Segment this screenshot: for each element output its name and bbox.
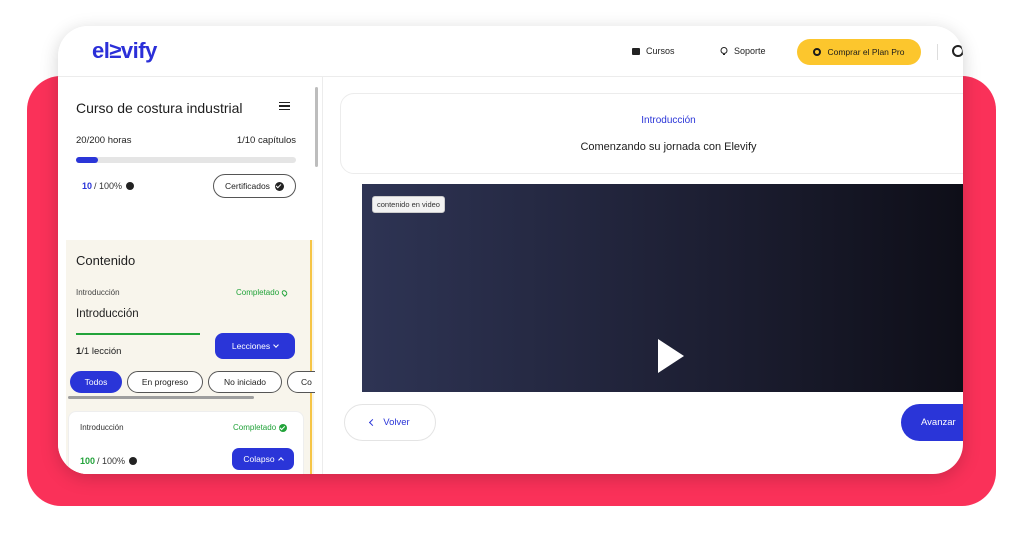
info-icon bbox=[126, 182, 135, 190]
chevron-left-icon bbox=[369, 418, 377, 427]
nav-divider bbox=[937, 44, 938, 60]
app-window: el≥vify Cursos Soporte Comprar el Plan P… bbox=[58, 26, 963, 474]
nav-soporte-label: Soporte bbox=[734, 46, 766, 56]
menu-icon[interactable] bbox=[279, 102, 290, 110]
lightbulb-icon bbox=[720, 46, 728, 55]
lessons-button[interactable]: Lecciones bbox=[215, 333, 295, 359]
video-content-label: contenido en video bbox=[372, 196, 445, 213]
pin-icon bbox=[280, 288, 289, 297]
course-percent: 10 / 100% bbox=[82, 181, 135, 191]
section-title: Introducción bbox=[76, 308, 139, 320]
course-progress-bar bbox=[76, 157, 296, 163]
verified-icon bbox=[274, 181, 284, 191]
certificates-button[interactable]: Certificados bbox=[213, 174, 296, 198]
lesson-count: 1/1 lección bbox=[76, 346, 121, 357]
buy-pro-label: Comprar el Plan Pro bbox=[827, 47, 905, 57]
section-status-label: Completado bbox=[236, 288, 280, 297]
elevify-logo[interactable]: el≥vify bbox=[92, 38, 157, 64]
lesson-header-card: Introducción Comenzando su jornada con E… bbox=[340, 93, 963, 174]
sidebar-divider bbox=[322, 77, 323, 474]
chevron-up-icon bbox=[277, 457, 284, 463]
hours-progress: 20/200 horas bbox=[76, 135, 132, 146]
lesson-card: Introducción Completado 100 / 100% Colap… bbox=[68, 411, 304, 474]
circle-icon bbox=[813, 48, 822, 56]
lesson-card-status-label: Completado bbox=[233, 423, 277, 432]
filter-todos[interactable]: Todos bbox=[70, 371, 122, 393]
stage: el≥vify Cursos Soporte Comprar el Plan P… bbox=[0, 0, 1024, 536]
lessons-button-label: Lecciones bbox=[231, 341, 271, 351]
lesson-card-percent: 100 / 100% bbox=[80, 456, 138, 466]
certificates-label: Certificados bbox=[225, 181, 270, 191]
back-button[interactable]: Volver bbox=[344, 404, 436, 441]
filter-no-iniciado[interactable]: No iniciado bbox=[208, 371, 282, 393]
lesson-count-rest: /1 lección bbox=[81, 346, 122, 357]
course-title: Curso de costura industrial bbox=[76, 100, 243, 116]
info-icon bbox=[129, 457, 138, 465]
top-navbar: el≥vify Cursos Soporte Comprar el Plan P… bbox=[58, 26, 963, 77]
section-progress-bar bbox=[76, 333, 200, 335]
course-sidebar: Curso de costura industrial 20/200 horas… bbox=[58, 77, 322, 474]
check-circle-icon bbox=[279, 423, 288, 432]
nav-cursos-label: Cursos bbox=[646, 46, 675, 56]
course-percent-value: 10 bbox=[82, 181, 93, 191]
filter-completado[interactable]: Co bbox=[287, 371, 315, 393]
buy-pro-button[interactable]: Comprar el Plan Pro bbox=[797, 39, 921, 65]
lesson-card-percent-suffix: / 100% bbox=[97, 456, 126, 466]
course-progress-fill bbox=[76, 157, 98, 163]
course-percent-suffix: / 100% bbox=[94, 181, 123, 191]
play-icon[interactable] bbox=[658, 339, 684, 373]
chevron-down-icon bbox=[273, 342, 279, 348]
back-button-label: Volver bbox=[383, 417, 410, 428]
sidebar-scrollbar[interactable] bbox=[315, 87, 318, 167]
next-button[interactable]: Avanzar bbox=[901, 404, 963, 441]
section-label: Introducción bbox=[76, 288, 120, 297]
book-icon bbox=[632, 47, 640, 55]
video-player[interactable]: contenido en video bbox=[362, 184, 963, 392]
lesson-card-percent-value: 100 bbox=[80, 456, 96, 466]
next-button-label: Avanzar bbox=[921, 417, 956, 428]
collapse-button-label: Colapso bbox=[243, 454, 275, 464]
lesson-card-label: Introducción bbox=[80, 423, 124, 432]
panel-scroll-indicator bbox=[310, 240, 312, 474]
nav-soporte[interactable]: Soporte bbox=[720, 46, 766, 56]
collapse-button[interactable]: Colapso bbox=[232, 448, 294, 470]
filter-tabs: Todos En progreso No iniciado Co bbox=[70, 371, 315, 395]
content-heading: Contenido bbox=[76, 253, 136, 268]
nav-cursos[interactable]: Cursos bbox=[632, 46, 675, 56]
chapters-progress: 1/10 capítulos bbox=[236, 135, 296, 146]
lesson-section-subtitle: Introducción bbox=[641, 115, 696, 126]
filter-scrollbar[interactable] bbox=[68, 396, 254, 399]
section-status: Completado bbox=[236, 288, 289, 297]
lesson-title: Comenzando su jornada con Elevify bbox=[580, 141, 757, 153]
lesson-card-status: Completado bbox=[233, 423, 288, 432]
user-icon[interactable] bbox=[952, 45, 963, 57]
filter-en-progreso[interactable]: En progreso bbox=[127, 371, 203, 393]
